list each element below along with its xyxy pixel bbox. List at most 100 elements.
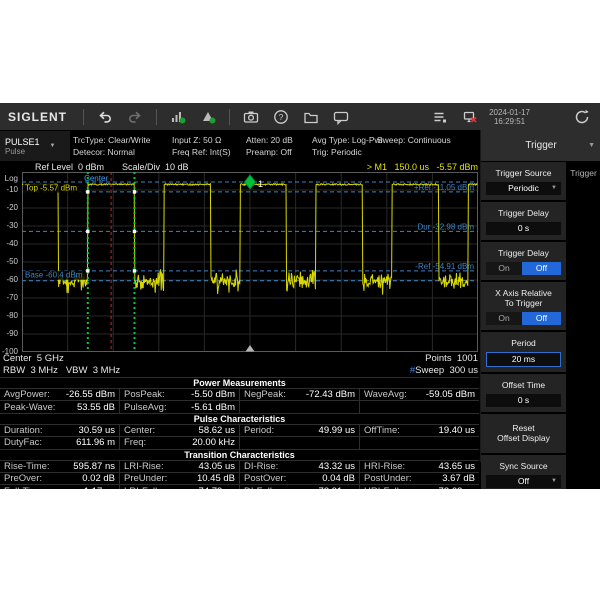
ref-line-label: Base -60.4 dBm — [25, 271, 83, 280]
center-freq-tick — [245, 345, 255, 352]
tab-trigger[interactable]: Trigger — [570, 168, 597, 178]
y-tick-label: -40 — [6, 239, 18, 248]
toggle-off[interactable]: Off — [522, 262, 561, 275]
measurement-cell: HRI-Fall:73.62 us — [359, 485, 479, 489]
trigger-delay-label: Trigger Delay — [498, 208, 549, 218]
trigger-delay-toggle-label: Trigger Delay — [498, 248, 549, 258]
panel-tab-strip: Trigger — [566, 162, 600, 462]
measurement-cell: PreUnder: 10.45 dB — [119, 472, 239, 485]
axis-annotation-row2: RBW 3 MHz VBW 3 MHz #Sweep 300 us — [0, 365, 478, 376]
chevron-down-icon: ▼ — [551, 478, 557, 484]
panel-header[interactable]: Trigger ▼ — [481, 130, 600, 162]
screenshot-icon[interactable] — [243, 109, 259, 125]
task-list-icon[interactable] — [432, 109, 448, 125]
ref-line-label: Dur -32.98 dBm — [418, 222, 475, 231]
chevron-down-icon: ▼ — [551, 185, 557, 191]
sync-source-label: Sync Source — [499, 461, 548, 471]
x-axis-relative-toggle[interactable]: On Off — [486, 312, 561, 325]
measurement-cell — [359, 437, 479, 449]
panel-title: Trigger — [525, 140, 557, 151]
offset-time-value[interactable]: 0 s — [486, 394, 561, 407]
trace-settings-icon[interactable] — [170, 109, 186, 125]
ref-line-label: +Ref -11.05 dBm — [414, 183, 474, 192]
toolbar: SIGLENT ? 2024-01-17 16:29:51 — [0, 103, 600, 130]
trigger-delay-toggle[interactable]: On Off — [486, 262, 561, 275]
measurement-cell: HRI-Rise: 43.65 us — [359, 460, 479, 472]
redo-icon[interactable] — [127, 109, 143, 125]
offset-time-label: Offset Time — [501, 380, 546, 390]
table-section-header: Power Measurements — [0, 378, 479, 389]
measurement-cell: Peak-Wave: 53.55 dB — [4, 401, 115, 413]
panel-items: Trigger Source Periodic ▼ Trigger Delay … — [481, 162, 566, 489]
x-axis-relative-label: X Axis Relative To Trigger — [495, 288, 552, 308]
trace-plot[interactable]: +Ref -11.05 dBm Dur -32.98 dBm -Ref -54.91… — [22, 172, 478, 352]
measurement-cell: PulseAvg: -5.61 dBm — [119, 401, 239, 413]
period-value[interactable]: 20 ms — [486, 352, 561, 367]
rbw-label: RBW 3 MHz — [3, 365, 58, 376]
reset-offset-display-button[interactable]: Reset Offset Display — [481, 414, 566, 453]
marker-readout: > M1 150.0 us -5.57 dBm — [366, 162, 478, 172]
divider — [83, 108, 85, 125]
offset-time-item: Offset Time 0 s — [481, 374, 566, 412]
sync-source-dropdown[interactable]: Off ▼ — [486, 475, 561, 488]
measurement-cell: PreOver: 0.02 dB — [4, 473, 115, 485]
table-row: Fall-Time:1.17 usLRI-Fall:74.79 usDI-Fal… — [0, 485, 479, 489]
measurement-cell: WaveAvg: -59.05 dBm — [359, 389, 479, 401]
channel-mode: Pulse — [5, 146, 26, 156]
trigger-source-dropdown[interactable]: Periodic ▼ — [486, 182, 561, 195]
chart-header: Ref Level 0 dBm Scale/Div 10 dB > M1 150… — [0, 162, 480, 172]
table-row: PreOver: 0.02 dB PreUnder: 10.45 dB PostOver… — [0, 472, 479, 486]
table-section-header: Transition Characteristics — [0, 450, 479, 461]
y-tick-label: -70 — [6, 293, 18, 302]
toggle-on[interactable]: On — [486, 262, 522, 275]
measurement-cell — [239, 401, 359, 413]
config-col-sweep: Sweep: Continuous — [377, 135, 451, 145]
chevron-down-icon: ▼ — [49, 143, 56, 149]
y-scale-label: Log — [4, 174, 18, 183]
points-label: Points 1001 — [425, 353, 478, 364]
ref-line-label: Top -5.57 dBm — [25, 184, 77, 193]
reset-offset-display-label: Reset Offset Display — [497, 423, 550, 443]
toggle-on[interactable]: On — [486, 312, 522, 325]
table-row: Peak-Wave: 53.55 dB PulseAvg: -5.61 dBm — [0, 401, 479, 414]
message-icon[interactable] — [333, 109, 349, 125]
marker-m1[interactable] — [243, 174, 257, 190]
toggle-off[interactable]: Off — [522, 312, 561, 325]
scale-div-label[interactable]: Scale/Div 10 dB — [122, 162, 189, 172]
measurement-cell: AvgPower: -26.55 dBm — [4, 389, 115, 401]
axis-annotation-row1: Center 5 GHz Points 1001 — [0, 353, 478, 364]
chevron-down-icon: ▼ — [588, 142, 595, 149]
history-icon[interactable] — [574, 109, 590, 125]
trigger-panel: Trigger ▼ Trigger Source Periodic ▼ Trig… — [480, 130, 600, 489]
undo-icon[interactable] — [97, 109, 113, 125]
measurement-cell — [239, 437, 359, 449]
ref-line-label: -Ref -54.91 dBm — [415, 262, 474, 271]
marker-m1-label: 1 — [258, 179, 263, 189]
peak-marker-icon[interactable] — [200, 109, 216, 125]
svg-text:?: ? — [279, 112, 284, 122]
period-label: Period — [511, 338, 536, 348]
y-tick-label: -90 — [6, 329, 18, 338]
trigger-delay-item: Trigger Delay 0 s — [481, 202, 566, 240]
sweep-label: Sweep 300 us — [415, 365, 478, 376]
ref-level-label[interactable]: Ref Level 0 dBm — [35, 162, 104, 172]
y-tick-label: -10 — [6, 185, 18, 194]
y-axis-labels: Log -10 -20 -30 -40 -50 -60 -70 -80 -90 -100 — [0, 172, 20, 356]
network-disconnected-icon[interactable] — [462, 109, 478, 125]
toolbar-right: 2024-01-17 16:29:51 — [425, 103, 600, 130]
channel-selector[interactable]: PULSE1 Pulse ▼ — [0, 131, 70, 161]
trigger-delay-toggle-item: Trigger Delay On Off — [481, 242, 566, 280]
measurement-cell: LRI-Fall:74.79 us — [119, 485, 239, 489]
file-icon[interactable] — [303, 109, 319, 125]
period-item: Period 20 ms — [481, 332, 566, 372]
config-col-avg: Avg Type: Log-Pwr Trig: Periodic — [312, 135, 384, 157]
x-axis-relative-item: X Axis Relative To Trigger On Off — [481, 282, 566, 330]
trigger-delay-value[interactable]: 0 s — [486, 222, 561, 235]
measurement-table: Power Measurements AvgPower: -26.55 dBm Pos… — [0, 377, 479, 489]
measurement-cell: OffTime: 19.40 us — [359, 424, 479, 437]
table-row: AvgPower: -26.55 dBm PosPeak: -5.50 dBm NegP… — [0, 389, 479, 402]
center-freq-label: Center 5 GHz — [3, 353, 64, 364]
trigger-source-label: Trigger Source — [495, 168, 552, 178]
help-icon[interactable]: ? — [273, 109, 289, 125]
measurement-cell: Period: 49.99 us — [239, 424, 359, 437]
